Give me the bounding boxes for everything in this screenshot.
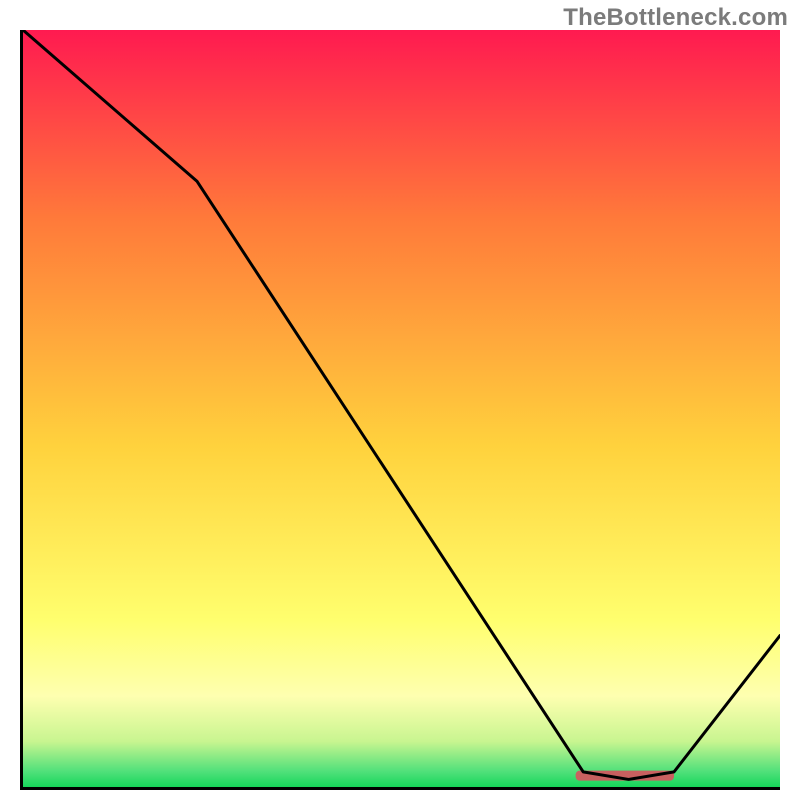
chart-frame: TheBottleneck.com <box>0 0 800 800</box>
chart-svg <box>23 30 780 787</box>
plot-area <box>20 30 780 790</box>
gradient-background <box>23 30 780 787</box>
watermark-text: TheBottleneck.com <box>563 4 788 32</box>
